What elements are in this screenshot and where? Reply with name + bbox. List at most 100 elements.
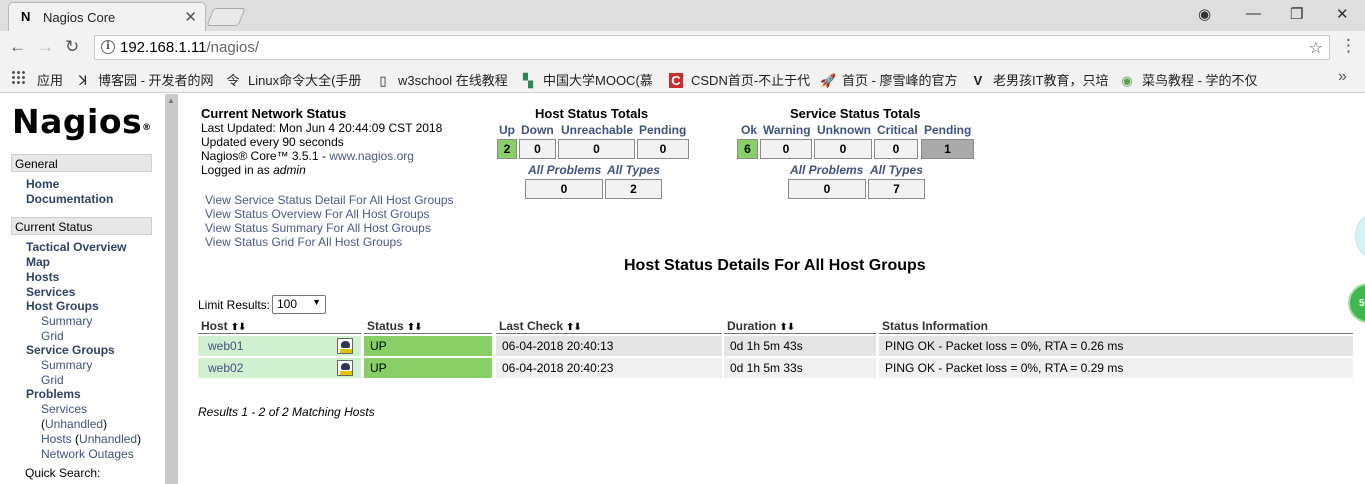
host-total-down-value[interactable]: 0 [519, 139, 556, 159]
host-all-problems-value[interactable]: 0 [525, 179, 603, 199]
apps-icon[interactable] [11, 70, 25, 84]
nav-service-groups[interactable]: Service Groups [26, 343, 115, 357]
browser-tab[interactable]: N Nagios Core ✕ [8, 2, 206, 31]
new-tab-button[interactable] [206, 8, 246, 26]
bookmark-linux-commands[interactable]: 令 Linux命令大全(手册 [226, 70, 361, 89]
host-all-types-value[interactable]: 2 [605, 179, 662, 199]
browser-menu-icon[interactable]: ⋮ [1340, 36, 1357, 56]
logged-in-as: Logged in as admin [201, 163, 306, 177]
service-all-types-header[interactable]: All Types [870, 163, 923, 177]
address-bar[interactable]: i 192.168.1.11/nagios/ ☆ [94, 35, 1330, 60]
close-window-icon[interactable]: ✕ [1336, 5, 1349, 23]
sort-arrows-icon[interactable]: ⬆⬇ [779, 322, 795, 333]
bookmark-w3school[interactable]: ▯ w3school 在线教程 [376, 70, 507, 89]
info-icon[interactable]: i [101, 40, 115, 54]
browser-toolbar: ← → ↻ i 192.168.1.11/nagios/ ☆ ⋮ [0, 31, 1365, 63]
column-header-host[interactable]: Host ⬆⬇ [198, 316, 361, 334]
host-detail-icon[interactable] [337, 360, 353, 376]
nagios-logo[interactable]: Nagios® [12, 102, 152, 142]
nav-host-groups-grid[interactable]: Grid [41, 329, 64, 343]
update-interval: Updated every 90 seconds [201, 135, 344, 149]
status-info-cell: PING OK - Packet loss = 0%, RTA = 0.29 m… [879, 358, 1353, 378]
bookmark-apps[interactable]: 应用 [37, 70, 63, 89]
minimize-icon[interactable]: — [1246, 5, 1261, 22]
nav-problems[interactable]: Problems [26, 387, 81, 401]
link-status-grid[interactable]: View Status Grid For All Host Groups [205, 235, 402, 249]
bookmark-liaoxuefeng[interactable]: 🚀 首页 - 廖雪峰的官方 [820, 70, 958, 89]
nagios-org-link[interactable]: www.nagios.org [329, 149, 414, 163]
bookmark-csdn[interactable]: C CSDN首页-不止于代 [669, 70, 810, 89]
nav-documentation[interactable]: Documentation [26, 192, 113, 206]
bookmark-icon: 令 [226, 73, 240, 88]
last-check-cell: 06-04-2018 20:40:13 [496, 336, 722, 356]
service-total-warning-value[interactable]: 0 [760, 139, 812, 159]
bookmark-mooc[interactable]: ▚ 中国大学MOOC(慕 [521, 70, 653, 89]
host-total-unreachable-header[interactable]: Unreachable [561, 123, 633, 137]
bookmark-oldboy[interactable]: V 老男孩IT教育，只培 [971, 70, 1109, 89]
scroll-up-icon[interactable]: ▲ [167, 96, 175, 105]
mooc-icon: ▚ [523, 73, 533, 88]
link-service-status-detail[interactable]: View Service Status Detail For All Host … [205, 193, 454, 207]
service-total-ok-header[interactable]: Ok [741, 123, 757, 137]
nav-service-groups-grid[interactable]: Grid [41, 373, 64, 387]
host-detail-icon[interactable] [337, 338, 353, 354]
host-all-types-header[interactable]: All Types [607, 163, 660, 177]
host-link-web01[interactable]: web01 [204, 339, 243, 353]
nav-map[interactable]: Map [26, 255, 50, 269]
service-total-critical-value[interactable]: 0 [874, 139, 918, 159]
service-all-problems-header[interactable]: All Problems [790, 163, 863, 177]
bookmark-runoob[interactable]: ◉ 菜鸟教程 - 学的不仅 [1120, 70, 1257, 89]
frame-divider-scrollbar[interactable] [165, 94, 178, 484]
profile-icon[interactable]: ◉ [1198, 5, 1211, 23]
service-total-ok-value[interactable]: 6 [737, 139, 758, 159]
service-all-types-value[interactable]: 7 [868, 179, 925, 199]
nav-service-groups-summary[interactable]: Summary [41, 358, 92, 372]
host-total-up-header[interactable]: Up [499, 123, 515, 137]
back-icon[interactable]: ← [9, 37, 26, 57]
nav-host-groups-summary[interactable]: Summary [41, 314, 92, 328]
nav-tactical-overview[interactable]: Tactical Overview [26, 240, 127, 254]
sort-arrows-icon[interactable]: ⬆⬇ [566, 322, 582, 333]
bookmark-cnblogs[interactable]: ꓘ 博客园 - 开发者的网 [76, 70, 214, 89]
column-header-status[interactable]: Status ⬆⬇ [364, 316, 492, 334]
host-totals-title: Host Status Totals [535, 106, 649, 121]
link-status-summary[interactable]: View Status Summary For All Host Groups [205, 221, 431, 235]
host-all-problems-header[interactable]: All Problems [528, 163, 601, 177]
host-total-up-value[interactable]: 2 [497, 139, 517, 159]
sort-arrows-icon[interactable]: ⬆⬇ [407, 322, 423, 333]
nav-services[interactable]: Services [26, 285, 75, 299]
host-total-down-header[interactable]: Down [521, 123, 554, 137]
host-link-web02[interactable]: web02 [204, 361, 243, 375]
nav-problems-services[interactable]: Services [41, 402, 87, 416]
forward-icon[interactable]: → [37, 37, 54, 57]
host-total-unreachable-value[interactable]: 0 [558, 139, 635, 159]
limit-results-select[interactable]: 100 ▼ [272, 295, 326, 314]
maximize-icon[interactable]: ❐ [1290, 5, 1303, 23]
nagios-version: Nagios® Core™ 3.5.1 - www.nagios.org [201, 149, 414, 163]
service-total-critical-header[interactable]: Critical [877, 123, 918, 137]
nav-host-groups[interactable]: Host Groups [26, 299, 99, 313]
bookmark-star-icon[interactable]: ☆ [1309, 38, 1323, 58]
nav-services-unhandled[interactable]: (Unhandled) [41, 417, 107, 431]
host-total-pending-header[interactable]: Pending [639, 123, 686, 137]
column-header-duration[interactable]: Duration ⬆⬇ [724, 316, 876, 334]
close-tab-icon[interactable]: ✕ [184, 8, 197, 26]
column-header-last-check[interactable]: Last Check ⬆⬇ [496, 316, 722, 334]
host-total-pending-value[interactable]: 0 [637, 139, 689, 159]
url-text[interactable]: 192.168.1.11/nagios/ [120, 39, 259, 56]
service-total-unknown-value[interactable]: 0 [814, 139, 872, 159]
nav-network-outages[interactable]: Network Outages [41, 447, 134, 461]
link-status-overview[interactable]: View Status Overview For All Host Groups [205, 207, 430, 221]
reload-icon[interactable]: ↻ [65, 37, 79, 57]
page-icon: ▯ [379, 73, 387, 88]
service-total-pending-header[interactable]: Pending [924, 123, 971, 137]
nav-home[interactable]: Home [26, 177, 59, 191]
more-bookmarks-icon[interactable]: » [1338, 68, 1347, 86]
nav-hosts[interactable]: Hosts [26, 270, 59, 284]
service-all-problems-value[interactable]: 0 [788, 179, 866, 199]
nav-hosts-unhandled[interactable]: Hosts (Unhandled) [41, 432, 141, 446]
service-total-unknown-header[interactable]: Unknown [817, 123, 871, 137]
service-total-pending-value[interactable]: 1 [921, 139, 974, 159]
service-total-warning-header[interactable]: Warning [763, 123, 811, 137]
sort-arrows-icon[interactable]: ⬆⬇ [231, 322, 247, 333]
